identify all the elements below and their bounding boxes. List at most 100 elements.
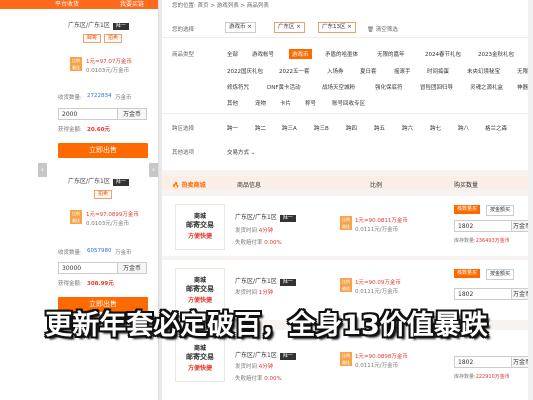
sell-panel-header: 平台收货 我要买链 (0, 0, 158, 9)
sell-amount-input[interactable]: 2000 (58, 108, 118, 120)
rate-sub: 0.0111元/万金币 (355, 363, 399, 369)
rate-sub: 0.0103元/万金币 (86, 221, 130, 227)
server-option[interactable]: 跨八 (458, 124, 469, 132)
rate-line: 1元=97.07万金币 (86, 59, 132, 65)
type-option[interactable]: 无限 (517, 67, 528, 75)
listing-row[interactable]: 商城 邮寄交易 方便快捷 广东区/广东1区 拜一 发货时间 4分钟 失败赔付率 0… (162, 196, 533, 256)
type-option[interactable]: 强化保底符 (375, 83, 403, 91)
header-link[interactable]: 我要买链 (120, 0, 144, 9)
filter-chip-coin[interactable]: 游戏币 × (225, 22, 256, 33)
buy-qty-input[interactable]: 1802 (454, 220, 512, 232)
filter-chip-region[interactable]: 广东区 × (274, 22, 305, 33)
sell-now-button[interactable]: 立即出售 (58, 143, 148, 158)
stock-value: 2722834 (87, 93, 112, 99)
server-option[interactable]: 格兰之森 (485, 124, 507, 132)
stock-info: 库存数量:236493万金币 (454, 238, 510, 244)
rate-sub: 0.0111元/万金币 (355, 289, 399, 295)
stock-unit: 万金币 (115, 250, 132, 256)
col-ratio: 比例 (370, 182, 383, 189)
type-option[interactable]: 卡片 (280, 99, 291, 107)
type-option[interactable]: 宠物 (255, 99, 266, 107)
hot-mall-title: 🔥 热卖商城 (172, 182, 206, 189)
type-option[interactable]: 2022国庆礼包 (227, 67, 263, 75)
type-label: 商品类型 (172, 52, 195, 58)
type-option[interactable]: 全部 (227, 50, 238, 58)
server-tag: 拜一 (112, 179, 129, 186)
type-option[interactable]: 其他 (227, 99, 238, 107)
buy-qty-input[interactable]: 1802 (454, 356, 512, 368)
mail-pill: 邮寄 (83, 34, 102, 43)
tab-by-quantity[interactable]: 核数量买 (454, 205, 481, 214)
type-option[interactable]: DNF黄卡活动 (267, 83, 301, 91)
tab-by-amount[interactable]: 按金额买 (486, 205, 515, 216)
best-ratio-badge: 比例 最佳 (340, 278, 352, 292)
best-ratio-badge: 比例 最佳 (70, 210, 82, 224)
earn-value: 308.99元 (87, 281, 114, 287)
type-option[interactable]: 神器 (517, 83, 528, 91)
breadcrumb-games[interactable]: 游戏列表 (217, 3, 239, 9)
server-name: 广东区/广东1区 拜一 (68, 20, 129, 30)
server-label: 跨区选择 (172, 126, 195, 132)
delivery-time: 发货时间 1分钟 (235, 290, 274, 296)
col-qty: 购买数量 (454, 182, 479, 189)
best-ratio-badge: 比例 最佳 (70, 57, 82, 71)
server-option[interactable]: 跨六 (402, 124, 413, 132)
type-option[interactable]: 夏日套 (360, 67, 377, 75)
trade-method-dropdown[interactable]: 交易方式 ⌄ (227, 148, 255, 156)
tab-by-amount[interactable]: 按金额买 (486, 269, 515, 280)
best-ratio-badge: 比例 最佳 (340, 216, 352, 230)
delivery-time: 发货时间 4分钟 (235, 364, 274, 370)
type-option[interactable]: 时间捣蛋 (427, 67, 449, 75)
type-option-active[interactable]: 游戏币 (289, 49, 312, 59)
auction-pill: 拍卖 (104, 34, 123, 43)
server-name: 广东区/广东1区 拜一 (235, 212, 296, 222)
auction-pill: 拍卖 (94, 190, 113, 199)
server-option[interactable]: 跨四 (346, 124, 357, 132)
tab-by-quantity[interactable]: 核数量买 (454, 269, 481, 278)
sell-amount-input[interactable]: 30000 (58, 262, 118, 274)
earn-value: 20.60元 (87, 127, 110, 133)
other-label: 其他选项 (172, 150, 195, 156)
stock-value: 6057980 (87, 248, 112, 254)
type-option[interactable]: 2022五一套 (279, 67, 310, 75)
type-option[interactable]: 矛盾的哈墨体 (325, 50, 358, 58)
server-name: 广东区/广东1区 拜一 (68, 176, 129, 186)
rate-line: 1元=90.0811万金币 (355, 218, 408, 224)
type-option[interactable]: 灵魂之源礼盒 (470, 83, 503, 91)
filter-chip-server[interactable]: 广东13区 × (318, 22, 356, 33)
type-option[interactable]: 入场券 (327, 67, 344, 75)
header-title: 平台收货 (55, 1, 80, 8)
server-option[interactable]: 跨三B (314, 124, 329, 132)
clear-filter-link[interactable]: 🗑 清空筛选 (367, 25, 398, 33)
rate-line: 1元=90.09万金币 (355, 280, 401, 286)
type-option[interactable]: 2023金秋礼包 (478, 50, 514, 58)
server-option[interactable]: 跨一 (227, 124, 238, 132)
type-option[interactable]: 修炼符咒 (227, 83, 249, 91)
server-option[interactable]: 跨七 (430, 124, 441, 132)
type-option[interactable]: 摇滚手 (394, 67, 411, 75)
video-caption: 更新年套必定破百，全身13价值暴跌 (45, 310, 488, 341)
type-option[interactable]: 2024春节礼包 (425, 50, 461, 58)
type-option[interactable]: 冒险团回归导 (420, 83, 453, 91)
rate-sub: 0.0111元/万金币 (355, 227, 399, 233)
type-option[interactable]: 账号回收专区 (332, 99, 365, 107)
mall-thumb: 商城 邮寄交易 方便快捷 (175, 204, 225, 250)
type-option[interactable]: 无限的嘉年 (377, 50, 405, 58)
type-option[interactable]: 未央幻境秘宝 (467, 67, 500, 75)
earn-label: 获得金额: (58, 127, 82, 133)
fail-rate: 失败赔付率 0.00% (235, 376, 282, 382)
type-option[interactable]: 称号 (305, 99, 316, 107)
server-option[interactable]: 跨二 (255, 124, 266, 132)
breadcrumb: 您的位置: 首页 > 游戏列表 > 商品列表 (172, 3, 269, 9)
breadcrumb-home[interactable]: 首页 (198, 3, 209, 9)
server-name: 广东区/广东1区 拜一 (235, 276, 296, 286)
server-option[interactable]: 跨五 (374, 124, 385, 132)
stock-label: 收货数量: (58, 250, 82, 256)
rate-line: 1元=97.0899万金币 (86, 212, 139, 218)
unit-label: 万金币 (118, 262, 147, 274)
rate-sub: 0.0103元/万金币 (86, 68, 130, 74)
stock-info: 库存数量:222910万金币 (454, 374, 510, 380)
server-option[interactable]: 跨三A (282, 124, 297, 132)
type-option[interactable]: 战场天空城粉 (322, 83, 355, 91)
type-option[interactable]: 游戏帐号 (252, 50, 274, 58)
